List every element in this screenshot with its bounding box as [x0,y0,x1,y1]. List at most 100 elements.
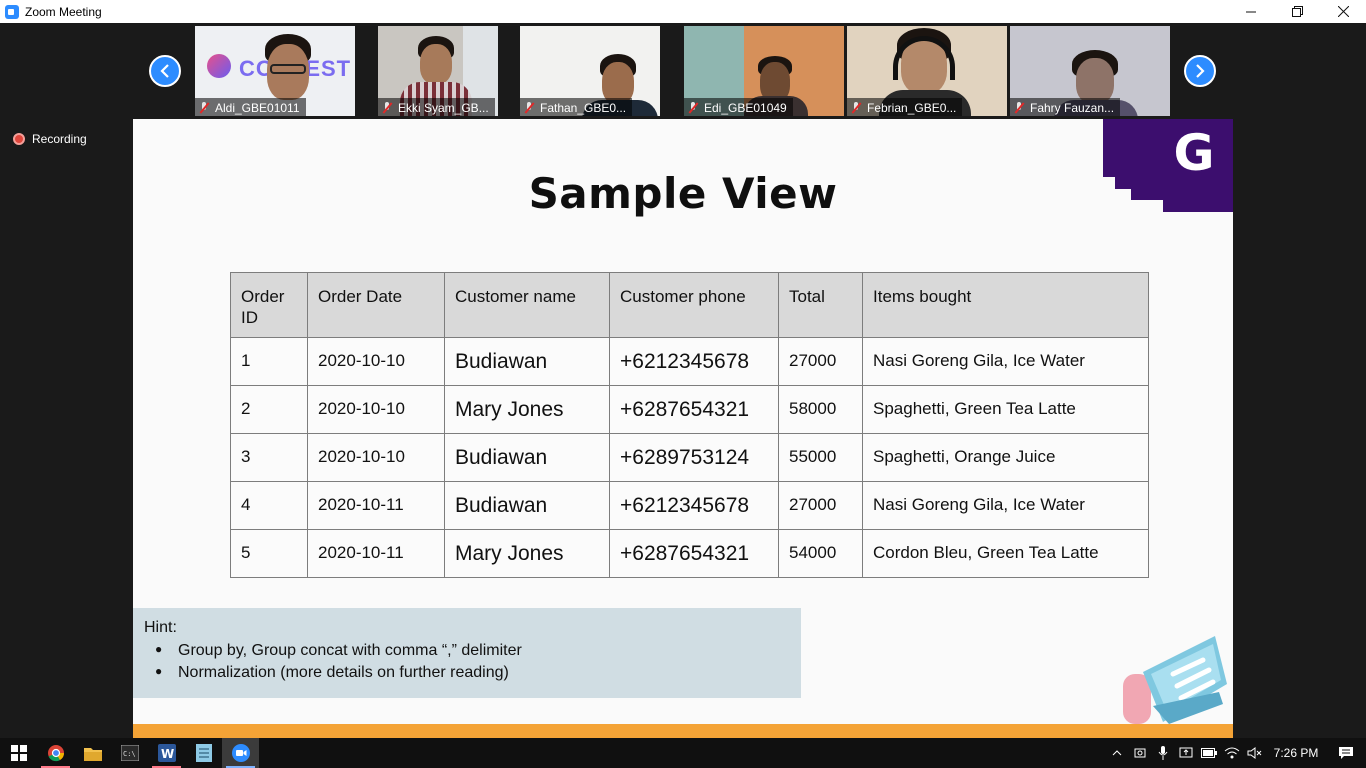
zoom-icon [231,744,250,762]
word-icon: W [157,744,176,762]
hint-box: Hint: Group by, Group concat with comma … [133,608,801,698]
participant-name: Febrian_GBE0... [867,100,957,115]
participant-name: Fathan_GBE0... [540,100,627,115]
table-cell: 2020-10-11 [307,529,445,578]
table-cell: Budiawan [444,433,610,482]
previous-page-button[interactable] [149,55,181,87]
participant-tile[interactable]: Fathan_GBE0... [520,26,660,116]
notepad-taskbar-button[interactable] [185,738,222,768]
cmd-taskbar-button[interactable]: C:\ [111,738,148,768]
column-header: Total [778,272,863,338]
wifi-icon [1224,747,1239,759]
start-button[interactable] [0,738,37,768]
screen-share-icon [1179,747,1192,758]
terminal-icon: C:\ [120,745,139,761]
table-cell: Budiawan [444,481,610,530]
participant-label: Fahry Fauzan... [1010,98,1121,116]
muted-mic-icon [851,101,861,114]
windows-taskbar: C:\ W 7:26 PM [0,738,1366,768]
participant-label: Ekki Syam_GB... [378,98,495,116]
muted-mic-icon [524,101,534,114]
show-hidden-icons-button[interactable] [1105,738,1128,768]
restore-button[interactable] [1274,0,1320,23]
table-cell: 2020-10-10 [307,433,445,482]
next-page-button[interactable] [1184,55,1216,87]
recording-indicator[interactable]: Recording [13,132,87,146]
table-cell: Cordon Bleu, Green Tea Latte [862,529,1149,578]
chevron-left-icon [160,64,169,78]
glasses [270,64,306,74]
orders-table: Order ID Order Date Customer name Custom… [230,272,1149,578]
participant-name: Fahry Fauzan... [1030,100,1115,115]
column-header: Order Date [307,272,445,338]
participant-label: Fathan_GBE0... [520,98,633,116]
hint-title: Hint: [144,619,177,636]
screen-share-tray-button[interactable] [1174,738,1197,768]
svg-text:C:\: C:\ [123,750,136,758]
participant-tile[interactable]: CONTEST Aldi_GBE01011 [195,26,355,116]
chevron-right-icon [1196,64,1205,78]
window-controls [1228,0,1366,23]
participant-label: Febrian_GBE0... [847,98,963,116]
camera-icon [1134,748,1145,758]
muted-mic-icon [1014,101,1024,114]
hint-item: Group by, Group concat with comma “,” de… [144,642,790,660]
table-row: 5 2020-10-11 Mary Jones +6287654321 5400… [230,529,1149,578]
column-header: Customer phone [609,272,779,338]
table-cell: 58000 [778,385,863,434]
table-cell: Mary Jones [444,529,610,578]
window-titlebar: Zoom Meeting [0,0,1366,23]
table-cell: Nasi Goreng Gila, Ice Water [862,481,1149,530]
recording-icon [13,133,25,145]
table-cell: 1 [230,337,308,386]
microphone-tray-button[interactable] [1151,738,1174,768]
chrome-taskbar-button[interactable] [37,738,74,768]
table-cell: Budiawan [444,337,610,386]
zoom-taskbar-button[interactable] [222,738,259,768]
table-cell: +6289753124 [609,433,779,482]
volume-muted-icon [1247,747,1261,759]
column-header: Customer name [444,272,610,338]
participant-tile[interactable]: Fahry Fauzan... [1010,26,1170,116]
windows-logo-icon [10,745,27,761]
svg-text:W: W [161,747,174,761]
participant-tile[interactable]: Febrian_GBE0... [847,26,1007,116]
participant-name: Ekki Syam_GB... [398,100,489,115]
table-cell: Spaghetti, Green Tea Latte [862,385,1149,434]
word-taskbar-button[interactable]: W [148,738,185,768]
volume-tray-button[interactable] [1243,738,1266,768]
participant-tile[interactable]: Ekki Syam_GB... [378,26,498,116]
table-cell: 55000 [778,433,863,482]
table-row: 1 2020-10-10 Budiawan +6212345678 27000 … [230,337,1149,386]
column-header: Order ID [230,272,308,338]
minimize-button[interactable] [1228,0,1274,23]
table-cell: 5 [230,529,308,578]
action-center-button[interactable] [1326,738,1366,768]
table-cell: Spaghetti, Orange Juice [862,433,1149,482]
restore-icon [1291,6,1303,17]
participant-tile[interactable]: Edi_GBE01049 [684,26,844,116]
participant-name: Aldi_GBE01011 [215,100,300,115]
table-cell: +6212345678 [609,337,779,386]
close-button[interactable] [1320,0,1366,23]
table-row: 3 2020-10-10 Budiawan +6289753124 55000 … [230,433,1149,482]
camera-tray-button[interactable] [1128,738,1151,768]
system-clock[interactable]: 7:26 PM [1266,746,1326,760]
folder-icon [83,748,102,761]
participant-label: Aldi_GBE01011 [195,98,306,116]
table-cell: 27000 [778,337,863,386]
participant-label: Edi_GBE01049 [684,98,793,116]
file-explorer-taskbar-button[interactable] [74,738,111,768]
table-row: 4 2020-10-11 Budiawan +6212345678 27000 … [230,481,1149,530]
meeting-area: CONTEST Aldi_GBE01011 Ekki Syam_GB... Fa… [0,23,1366,738]
microphone-icon [1158,746,1167,760]
participant-face [420,44,452,84]
chevron-up-icon [1112,750,1121,756]
chrome-icon [47,745,64,762]
table-cell: 2 [230,385,308,434]
muted-mic-icon [382,101,392,114]
battery-icon [1200,748,1217,758]
battery-tray-button[interactable] [1197,738,1220,768]
zoom-app-icon [5,4,19,19]
wifi-tray-button[interactable] [1220,738,1243,768]
